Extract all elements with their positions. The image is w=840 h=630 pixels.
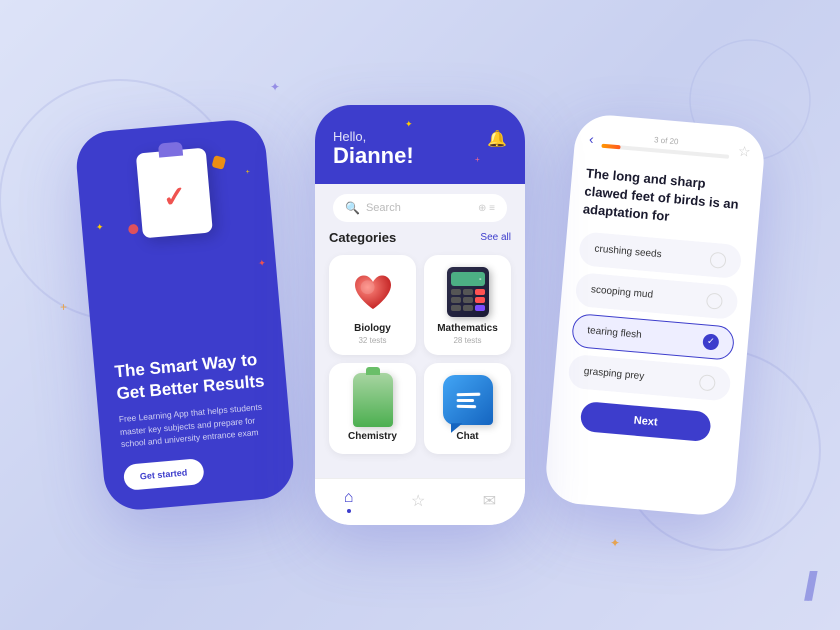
bell-icon[interactable]: 🔔: [487, 129, 507, 149]
home-icon: ⌂: [344, 489, 354, 507]
categories-section-header: Categories See all: [329, 230, 511, 245]
bottom-navigation: ⌂ ☆ ✉: [315, 478, 525, 525]
biology-icon: [348, 267, 398, 317]
question-text: The long and sharp clawed feet of birds …: [582, 164, 748, 232]
mathematics-name: Mathematics: [437, 323, 498, 334]
search-bar[interactable]: 🔍 Search ⊕ ≡: [333, 194, 507, 222]
center-header: Hello, Dianne! 🔔 ✦ +: [315, 105, 525, 184]
option-crushing-seeds[interactable]: crushing seeds: [578, 231, 742, 279]
question-area: The long and sharp clawed feet of birds …: [549, 155, 763, 454]
left-phone-description: Free Learning App that helps students ma…: [118, 400, 271, 451]
nav-home[interactable]: ⌂: [344, 489, 354, 513]
mathematics-count: 28 tests: [453, 336, 481, 345]
bookmark-nav-icon: ☆: [411, 493, 425, 510]
progress-bar-fill: [601, 144, 621, 150]
chemistry-name: Chemistry: [348, 431, 397, 442]
double-slash-decoration: //: [804, 565, 810, 610]
header-star-2: +: [475, 155, 480, 164]
phones-container: ✓ ✦ + ✦ The Smart Way to Get Better Resu…: [60, 45, 780, 585]
center-body: Categories See all: [315, 212, 525, 472]
phone-center: Hello, Dianne! 🔔 ✦ + 🔍 Search ⊕ ≡ Catego…: [315, 105, 525, 525]
option-tearing-flesh[interactable]: tearing flesh ✓: [571, 312, 735, 360]
option-1-text: crushing seeds: [594, 244, 662, 261]
see-all-link[interactable]: See all: [480, 232, 511, 243]
get-started-button[interactable]: Get started: [123, 458, 204, 491]
search-placeholder-text: Search: [366, 202, 472, 214]
search-icon: 🔍: [345, 201, 360, 215]
header-star-1: ✦: [405, 119, 413, 130]
nav-bookmark[interactable]: ☆: [411, 491, 425, 511]
clipboard-icon: ✓: [136, 148, 213, 239]
star-left: ✦: [96, 222, 104, 234]
biology-name: Biology: [354, 323, 391, 334]
search-filter-icons: ⊕ ≡: [478, 203, 495, 214]
biology-count: 32 tests: [358, 336, 386, 345]
option-1-indicator: [709, 251, 726, 268]
chemistry-card[interactable]: Chemistry: [329, 363, 416, 454]
option-3-text: tearing flesh: [587, 325, 642, 341]
mail-icon: ✉: [483, 493, 496, 510]
user-name: Dianne!: [333, 144, 507, 168]
answer-options: crushing seeds scooping mud tearing fles…: [567, 231, 742, 402]
star-red: ✦: [258, 258, 266, 270]
option-3-indicator: ✓: [702, 333, 719, 350]
biology-card[interactable]: Biology 32 tests: [329, 255, 416, 355]
chemistry-icon: [348, 375, 398, 425]
chat-name: Chat: [456, 431, 478, 442]
star-right: +: [245, 169, 250, 176]
mathematics-icon: -: [443, 267, 493, 317]
nav-mail[interactable]: ✉: [483, 491, 496, 511]
greeting-text: Hello,: [333, 129, 507, 144]
option-4-indicator: [699, 374, 716, 391]
phone-left: ✓ ✦ + ✦ The Smart Way to Get Better Resu…: [74, 117, 296, 512]
option-grasping-prey[interactable]: grasping prey: [567, 353, 731, 401]
option-4-text: grasping prey: [583, 366, 644, 382]
next-button[interactable]: Next: [580, 401, 712, 442]
chat-icon: [443, 375, 493, 425]
mathematics-card[interactable]: -: [424, 255, 511, 355]
back-button[interactable]: ‹: [588, 130, 594, 146]
option-2-indicator: [706, 292, 723, 309]
progress-container: 3 of 20: [601, 131, 731, 159]
quiz-bookmark-icon[interactable]: ☆: [737, 143, 751, 161]
option-2-text: scooping mud: [590, 284, 653, 300]
option-scooping-mud[interactable]: scooping mud: [575, 272, 739, 320]
check-mark: ✓: [161, 179, 187, 214]
phone-right: ‹ 3 of 20 ☆ The long and sharp clawed fe…: [543, 112, 766, 517]
chat-card[interactable]: Chat: [424, 363, 511, 454]
categories-grid: Biology 32 tests -: [329, 255, 511, 454]
categories-title: Categories: [329, 230, 396, 245]
